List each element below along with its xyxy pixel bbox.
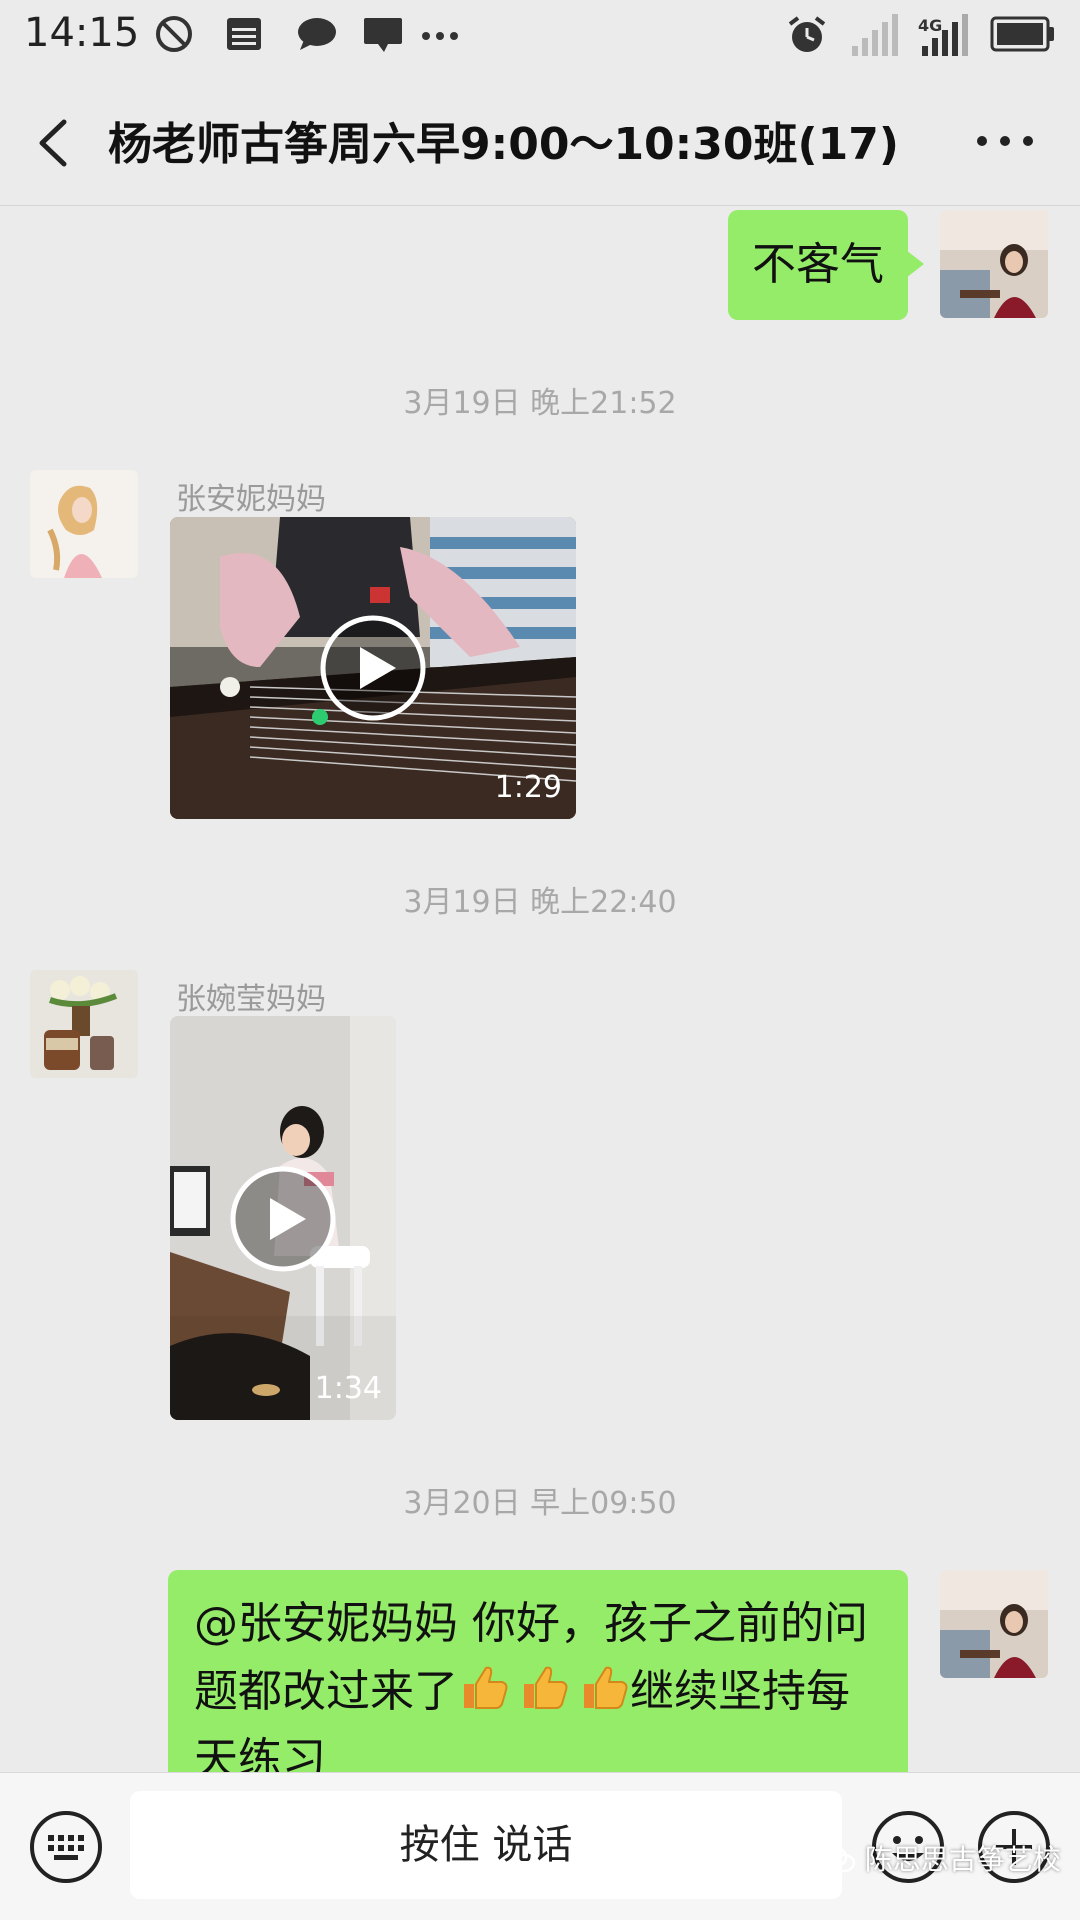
sender-name: 张婉莹妈妈 — [176, 982, 326, 1017]
message-icon — [364, 18, 402, 52]
hold-to-talk-button[interactable]: 按住 说话 — [130, 1791, 842, 1899]
video-duration: 1:29 — [494, 770, 562, 805]
more-icon[interactable] — [970, 116, 1040, 166]
avatar-self[interactable] — [940, 210, 1048, 318]
signal-weak-icon — [852, 14, 898, 56]
chat-header: 杨老师古筝周六早9:00～10:30班(17) — [0, 76, 1080, 206]
more-notifications-icon — [422, 32, 458, 40]
status-time: 14:15 — [24, 10, 140, 56]
message-text: 不客气 — [752, 239, 884, 290]
watermark-text: 陈思思古筝艺校 — [864, 1843, 1061, 1876]
timestamp: 3月19日 晚上21:52 — [403, 386, 677, 421]
chat-bubble-icon — [298, 18, 336, 50]
avatar-sender[interactable] — [30, 470, 138, 578]
wechat-icon — [820, 1845, 856, 1873]
message-text-line: @张安妮妈妈 你好，孩子之前的问 — [194, 1598, 868, 1649]
video-message[interactable]: 1:29 — [170, 517, 576, 819]
thumbs-up-icon — [584, 1666, 628, 1709]
message-text: 继续坚持每 — [630, 1666, 850, 1717]
alarm-icon — [788, 16, 826, 52]
keyboard-icon[interactable] — [28, 1809, 104, 1885]
chat-title: 杨老师古筝周六早9:00～10:30班(17) — [108, 119, 899, 170]
message-text-line: 题都改过来了 继续坚持每 — [194, 1658, 882, 1726]
avatar-self[interactable] — [940, 1570, 1048, 1678]
thumbs-up-icon — [524, 1666, 568, 1709]
play-icon[interactable] — [228, 1164, 338, 1274]
message-bubble-outgoing[interactable]: 不客气 — [728, 210, 924, 320]
timestamp: 3月19日 晚上22:40 — [403, 885, 677, 920]
back-icon[interactable] — [28, 108, 84, 178]
battery-icon — [990, 16, 1054, 52]
timestamp: 3月20日 早上09:50 — [403, 1486, 677, 1521]
watermark: 陈思思古筝艺校 — [820, 1838, 1061, 1878]
status-bar: 14:15 4G — [0, 0, 1080, 76]
thumbs-up-icon — [464, 1666, 508, 1709]
video-duration: 1:34 — [314, 1371, 382, 1406]
avatar-sender[interactable] — [30, 970, 138, 1078]
message-bubble-outgoing[interactable]: @张安妮妈妈 你好，孩子之前的问 题都改过来了 继续坚持每 天练习 — [168, 1570, 908, 1800]
news-icon — [227, 18, 261, 50]
do-not-disturb-icon — [156, 16, 192, 52]
message-text: 题都改过来了 — [194, 1666, 458, 1717]
play-icon[interactable] — [318, 613, 428, 723]
signal-4g-icon — [922, 14, 968, 56]
video-message[interactable]: 1:34 — [170, 1016, 396, 1420]
sender-name: 张安妮妈妈 — [176, 482, 326, 517]
